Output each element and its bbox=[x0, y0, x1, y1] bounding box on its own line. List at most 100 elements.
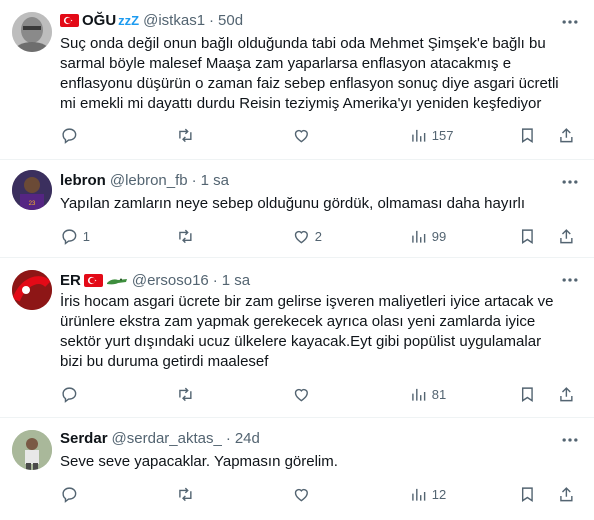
repost-icon bbox=[179, 387, 192, 401]
view-count: 81 bbox=[431, 386, 447, 402]
timestamp[interactable]: 1 sa bbox=[201, 172, 229, 189]
timestamp[interactable]: 24d bbox=[235, 430, 260, 447]
reply-icon bbox=[62, 229, 77, 245]
view-count: 157 bbox=[431, 127, 454, 143]
reply-button[interactable] bbox=[60, 485, 83, 504]
user-handle[interactable]: @serdar_aktas_ bbox=[112, 430, 222, 447]
like-button[interactable] bbox=[292, 385, 315, 404]
views-button[interactable]: 157 bbox=[409, 126, 453, 145]
heart-icon bbox=[294, 388, 308, 402]
views-chart-icon bbox=[412, 388, 426, 401]
tweet[interactable]: ER @ersoso16 · 1 sa İris hocam asgari üc… bbox=[0, 258, 594, 418]
separator: · bbox=[191, 171, 197, 189]
like-button[interactable] bbox=[292, 485, 315, 504]
tweet-text: İris hocam asgari ücrete bir zam gelirse… bbox=[60, 293, 554, 370]
repost-icon bbox=[179, 229, 192, 243]
bookmark-icon bbox=[521, 487, 533, 502]
user-handle[interactable]: @istkas1 bbox=[143, 12, 205, 29]
reply-button[interactable]: 1 bbox=[60, 227, 90, 246]
separator: · bbox=[209, 11, 215, 29]
heart-icon bbox=[294, 230, 308, 244]
reply-count: 1 bbox=[82, 228, 90, 244]
user-handle[interactable]: @ersoso16 bbox=[132, 272, 209, 289]
share-icon bbox=[560, 386, 573, 401]
separator: · bbox=[225, 429, 231, 447]
reply-icon bbox=[62, 487, 77, 503]
bookmark-icon bbox=[521, 128, 533, 143]
avatar[interactable] bbox=[12, 270, 52, 310]
bookmark-button[interactable] bbox=[518, 485, 537, 504]
tweet-text: Suç onda değil onun bağlı olduğunda tabi… bbox=[60, 35, 559, 112]
crocodile-icon bbox=[106, 278, 127, 284]
tweet-actions: 1 2 99 bbox=[52, 226, 582, 246]
repost-button[interactable] bbox=[176, 385, 199, 404]
more-icon[interactable] bbox=[560, 430, 580, 450]
timestamp[interactable]: 50d bbox=[218, 12, 243, 29]
tweet-header: OĞU zzZ @istkas1 · 50d bbox=[60, 10, 243, 30]
more-icon[interactable] bbox=[560, 12, 580, 32]
separator: · bbox=[212, 271, 218, 289]
like-button[interactable] bbox=[292, 126, 315, 145]
tweet-actions: 12 bbox=[52, 484, 582, 504]
views-button[interactable]: 99 bbox=[409, 227, 446, 246]
repost-button[interactable] bbox=[176, 485, 199, 504]
tweet-header: ER @ersoso16 · 1 sa bbox=[60, 270, 250, 290]
share-button[interactable] bbox=[557, 485, 576, 504]
views-chart-icon bbox=[412, 129, 426, 142]
bookmark-button[interactable] bbox=[518, 126, 537, 145]
reply-feed: OĞU zzZ @istkas1 · 50d Suç onda değil on… bbox=[0, 0, 594, 520]
bookmark-button[interactable] bbox=[518, 385, 537, 404]
turkey-flag-icon bbox=[60, 13, 79, 27]
reply-icon bbox=[62, 128, 77, 144]
bookmark-button[interactable] bbox=[518, 227, 537, 246]
timestamp[interactable]: 1 sa bbox=[222, 272, 250, 289]
turkey-flag-icon bbox=[83, 273, 103, 287]
share-icon bbox=[560, 127, 573, 142]
svg-text:23: 23 bbox=[29, 201, 36, 207]
heart-icon bbox=[294, 488, 308, 502]
repost-button[interactable] bbox=[176, 227, 199, 246]
tweet[interactable]: 23 lebron @lebron_fb · 1 sa Yapılan zaml… bbox=[0, 160, 594, 258]
repost-icon bbox=[179, 487, 192, 501]
reply-icon bbox=[62, 387, 77, 403]
view-count: 12 bbox=[431, 486, 447, 502]
display-name[interactable]: ER bbox=[60, 272, 81, 289]
bookmark-icon bbox=[521, 229, 533, 244]
repost-button[interactable] bbox=[176, 126, 199, 145]
tweet-text: Yapılan zamların neye sebep olduğunu gör… bbox=[60, 195, 526, 212]
tweet-header: Serdar @serdar_aktas_ · 24d bbox=[60, 428, 260, 448]
views-button[interactable]: 81 bbox=[409, 385, 446, 404]
avatar[interactable]: 23 bbox=[12, 170, 52, 210]
display-name[interactable]: OĞU bbox=[82, 12, 116, 29]
tweet-text: Seve seve yapacaklar. Yapmasın görelim. bbox=[60, 453, 338, 470]
reply-button[interactable] bbox=[60, 385, 83, 404]
tweet[interactable]: OĞU zzZ @istkas1 · 50d Suç onda değil on… bbox=[0, 0, 594, 160]
view-count: 99 bbox=[431, 228, 447, 244]
display-name[interactable]: Serdar bbox=[60, 430, 108, 447]
tweet-actions: 81 bbox=[52, 384, 582, 404]
share-icon bbox=[560, 486, 573, 501]
repost-icon bbox=[179, 128, 192, 142]
more-icon[interactable] bbox=[560, 172, 580, 192]
user-handle[interactable]: @lebron_fb bbox=[110, 172, 188, 189]
tweet[interactable]: Serdar @serdar_aktas_ · 24d Seve seve ya… bbox=[0, 418, 594, 520]
share-icon bbox=[560, 228, 573, 243]
share-button[interactable] bbox=[557, 385, 576, 404]
sleep-badge: zzZ bbox=[118, 12, 140, 28]
share-button[interactable] bbox=[557, 227, 576, 246]
reply-button[interactable] bbox=[60, 126, 83, 145]
heart-icon bbox=[294, 129, 308, 143]
display-name[interactable]: lebron bbox=[60, 172, 106, 189]
like-button[interactable]: 2 bbox=[292, 227, 322, 246]
bookmark-icon bbox=[521, 387, 533, 402]
views-chart-icon bbox=[412, 488, 426, 501]
avatar[interactable] bbox=[12, 430, 52, 470]
tweet-header: lebron @lebron_fb · 1 sa bbox=[60, 170, 229, 190]
like-count: 2 bbox=[314, 228, 322, 244]
views-chart-icon bbox=[412, 230, 426, 243]
share-button[interactable] bbox=[557, 126, 576, 145]
avatar[interactable] bbox=[12, 12, 52, 52]
views-button[interactable]: 12 bbox=[409, 485, 446, 504]
tweet-actions: 157 bbox=[52, 125, 582, 145]
more-icon[interactable] bbox=[560, 270, 580, 290]
